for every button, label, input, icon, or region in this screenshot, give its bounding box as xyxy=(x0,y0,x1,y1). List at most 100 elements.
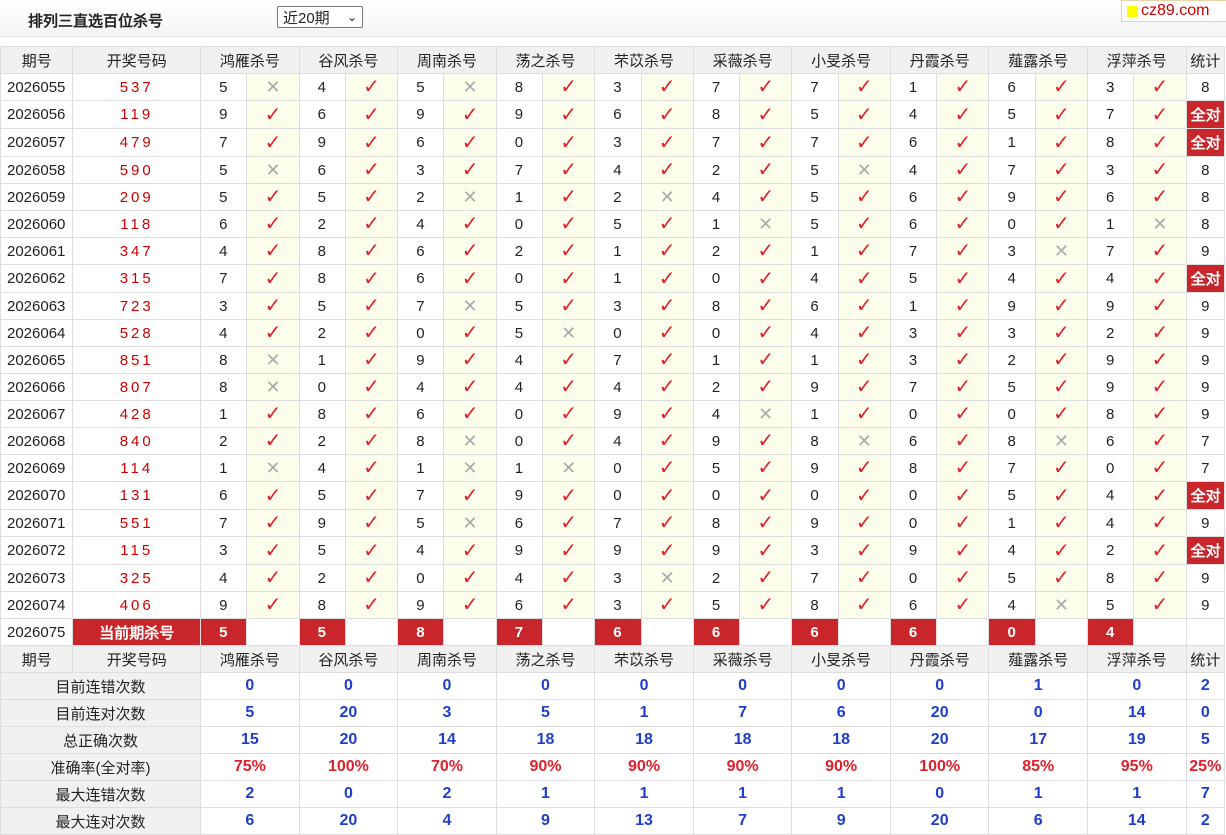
result-mark-cell: ✓ xyxy=(837,237,891,265)
kill-number-cell: 6 xyxy=(298,100,346,129)
check-icon: ✓ xyxy=(560,430,578,452)
stats-value: 20 xyxy=(298,807,399,835)
result-mark-cell: ✓ xyxy=(1034,400,1089,428)
site-badge[interactable]: cz89.com xyxy=(1121,0,1226,22)
kill-number-cell: 0 xyxy=(692,319,741,347)
draw-number-cell: 325 xyxy=(72,564,202,592)
result-mark-cell: ✕ xyxy=(837,156,891,184)
kill-number-cell: 6 xyxy=(298,156,346,184)
stats-value: 0 xyxy=(791,672,891,700)
kill-number-cell: 1 xyxy=(495,454,543,482)
kill-number-cell: 6 xyxy=(397,264,445,293)
result-mark-cell: ✓ xyxy=(936,536,990,565)
kill-number-cell: 6 xyxy=(889,591,938,619)
cross-icon: ✕ xyxy=(1152,214,1168,234)
check-icon: ✓ xyxy=(658,322,676,344)
kill-number-cell: 4 xyxy=(889,100,938,129)
result-mark-cell: ✓ xyxy=(640,591,694,619)
stat-cell: 9 xyxy=(1185,564,1226,592)
result-mark-cell: ✓ xyxy=(837,210,891,238)
check-icon: ✓ xyxy=(757,76,775,98)
stat-cell: 8 xyxy=(1185,210,1226,238)
kill-number-cell: 2 xyxy=(397,183,445,211)
check-icon: ✓ xyxy=(954,349,972,371)
result-mark-cell: ✓ xyxy=(1133,373,1187,401)
kill-number-cell: 1 xyxy=(594,237,642,265)
stat-cell: 9 xyxy=(1185,373,1226,401)
result-mark-cell: ✓ xyxy=(640,319,694,347)
result-mark-cell: ✓ xyxy=(936,183,990,211)
result-mark-cell: ✓ xyxy=(936,564,990,592)
check-icon: ✓ xyxy=(560,213,578,235)
kill-number-cell: 2 xyxy=(692,156,741,184)
result-mark-cell: ✓ xyxy=(739,156,793,184)
check-icon: ✓ xyxy=(1151,403,1169,425)
kill-number-cell: 6 xyxy=(495,591,543,619)
check-icon: ✓ xyxy=(855,267,873,290)
check-icon: ✓ xyxy=(855,186,873,208)
kill-number-cell: 8 xyxy=(1087,564,1135,592)
check-icon: ✓ xyxy=(264,213,282,235)
result-mark-cell: ✓ xyxy=(739,509,793,537)
stats-value: 2 xyxy=(397,780,497,808)
result-mark-cell: ✓ xyxy=(739,591,793,619)
stats-row: 总正确次数 15 20 14 18 18 18 18 20 17 19 5 xyxy=(0,726,1226,754)
result-mark-cell: ✓ xyxy=(541,183,596,211)
kill-number-cell: 2 xyxy=(1087,319,1135,347)
check-icon: ✓ xyxy=(461,159,479,181)
empty-cell xyxy=(936,618,990,646)
result-mark-cell: ✓ xyxy=(1133,427,1187,455)
result-mark-cell: ✓ xyxy=(344,400,399,428)
kill-number-cell: 6 xyxy=(1087,183,1135,211)
kill-number-cell: 7 xyxy=(594,509,642,537)
draw-number-cell: 114 xyxy=(72,454,202,482)
kill-number-cell: 9 xyxy=(495,481,543,510)
current-kill-number: 8 xyxy=(397,618,445,646)
kill-number-cell: 5 xyxy=(200,73,248,101)
kill-number-cell: 1 xyxy=(200,400,248,428)
kill-number-cell: 6 xyxy=(200,481,248,510)
kill-number-cell: 5 xyxy=(791,183,839,211)
check-icon: ✓ xyxy=(363,267,380,290)
kill-number-cell: 7 xyxy=(889,237,938,265)
check-icon: ✓ xyxy=(1151,457,1169,479)
check-icon: ✓ xyxy=(658,430,676,452)
result-mark-cell: ✓ xyxy=(1133,156,1187,184)
stats-total: 7 xyxy=(1185,780,1226,808)
check-icon: ✓ xyxy=(855,457,873,479)
result-mark-cell: ✓ xyxy=(443,264,497,293)
kill-number-cell: 9 xyxy=(1087,346,1135,374)
check-icon: ✓ xyxy=(757,322,775,344)
stats-value: 20 xyxy=(298,726,399,754)
kill-number-cell: 5 xyxy=(1087,591,1135,619)
check-icon: ✓ xyxy=(1151,186,1169,208)
check-icon: ✓ xyxy=(264,512,282,534)
cross-icon: ✕ xyxy=(462,77,478,97)
result-mark-cell: ✓ xyxy=(443,210,497,238)
period-select[interactable]: 近20期 ⌄ xyxy=(277,6,363,28)
check-icon: ✓ xyxy=(264,484,282,507)
check-icon: ✓ xyxy=(954,213,972,235)
table-row: 2026061 347 4 ✓ 8 ✓ 6 ✓ 2 ✓ 1 ✓ 2 ✓ 1 ✓ 7 ✓ 3 ✕ 7 ✓ 9 xyxy=(0,237,1226,265)
header-killer: 浮萍杀号 xyxy=(1087,46,1187,74)
check-icon: ✓ xyxy=(658,240,676,262)
kill-number-cell: 0 xyxy=(791,481,839,510)
check-icon: ✓ xyxy=(658,76,676,98)
kill-number-cell: 6 xyxy=(200,210,248,238)
result-mark-cell: ✓ xyxy=(246,427,300,455)
kill-number-cell: 2 xyxy=(200,427,248,455)
check-icon: ✓ xyxy=(1052,539,1070,562)
check-icon: ✓ xyxy=(560,295,578,317)
kill-number-cell: 4 xyxy=(200,319,248,347)
check-icon: ✓ xyxy=(757,512,775,534)
check-icon: ✓ xyxy=(855,240,873,262)
result-mark-cell: ✓ xyxy=(837,481,891,510)
kill-number-cell: 1 xyxy=(791,400,839,428)
draw-number-cell: 209 xyxy=(72,183,202,211)
header-killer: 荡之杀号 xyxy=(495,46,596,74)
kill-number-cell: 4 xyxy=(791,264,839,293)
stats-value: 6 xyxy=(200,807,300,835)
check-icon: ✓ xyxy=(1151,512,1169,534)
check-icon: ✓ xyxy=(757,186,775,208)
kill-number-cell: 0 xyxy=(495,400,543,428)
